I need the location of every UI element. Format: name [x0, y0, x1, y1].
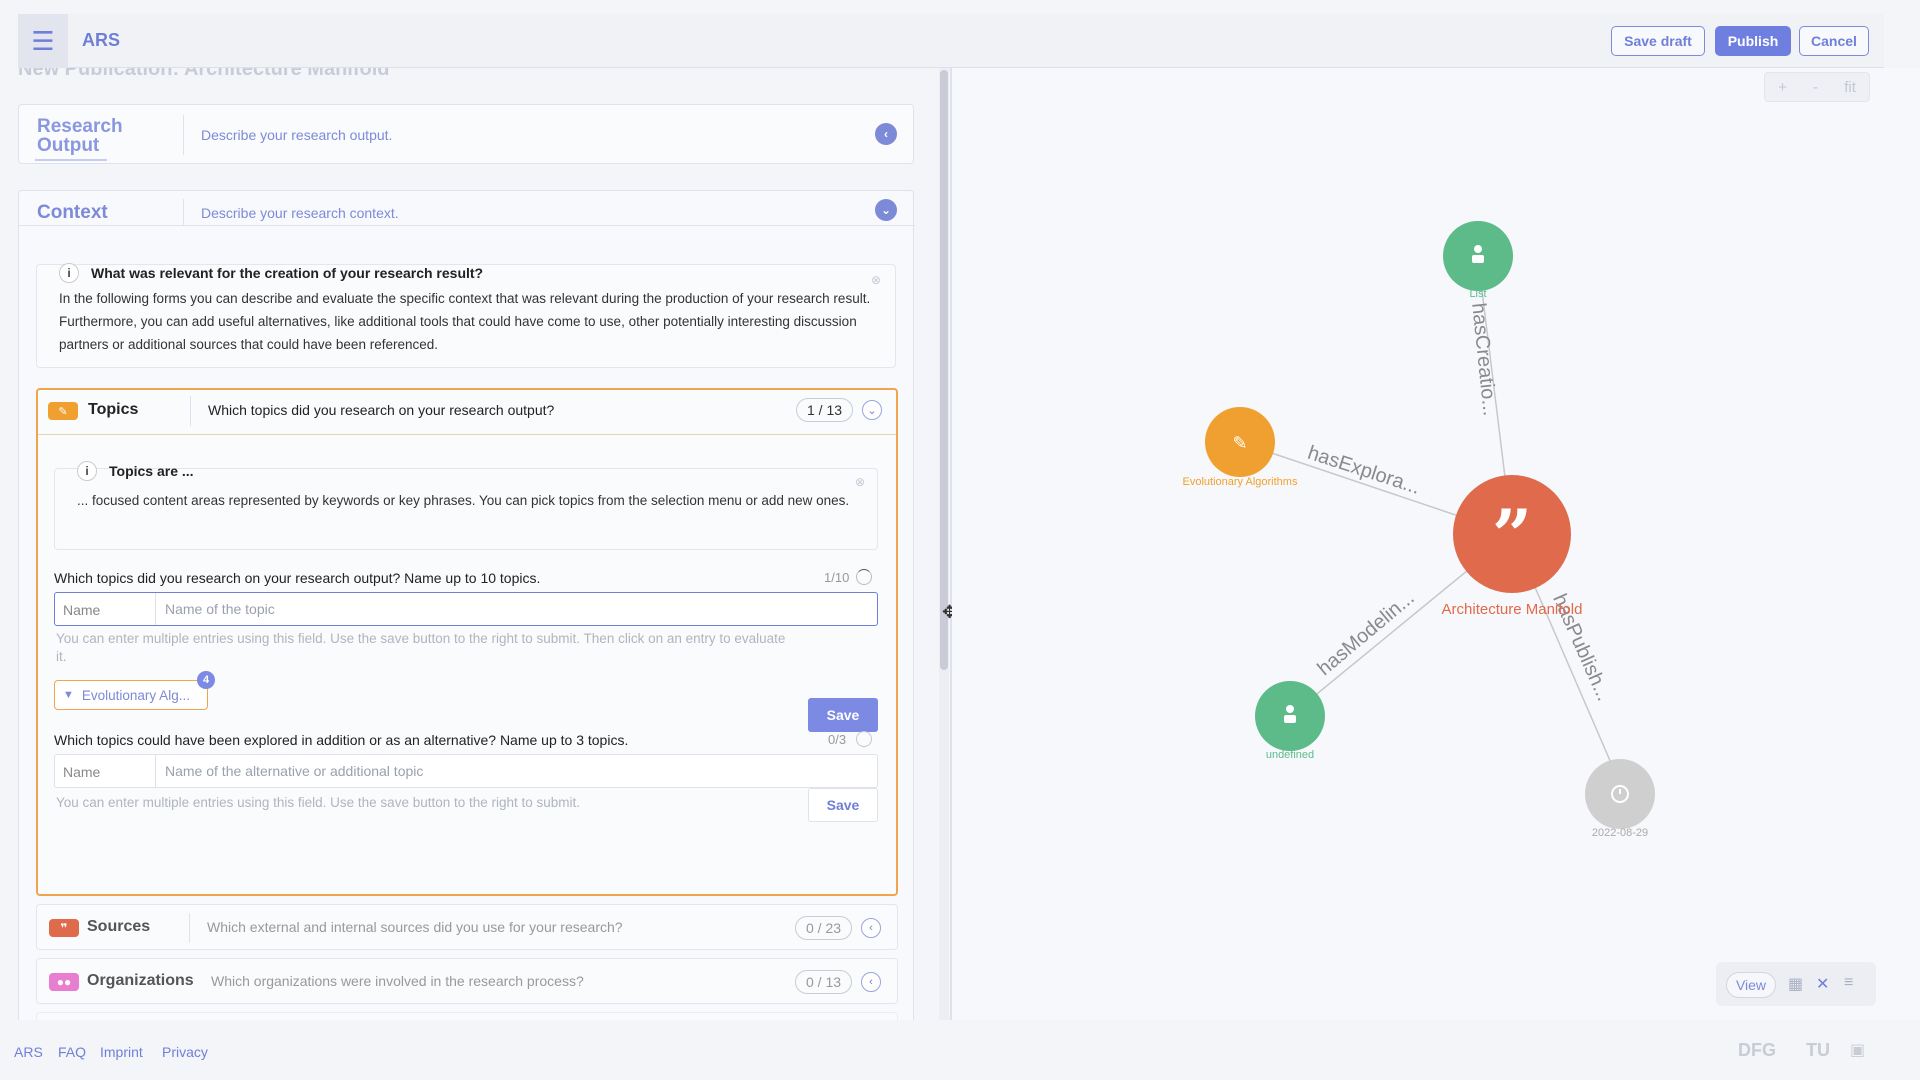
topic-name-input[interactable] — [165, 595, 865, 623]
chevron-down-icon: ▼ — [63, 689, 74, 701]
context-description: Describe your research context. — [201, 205, 399, 221]
graph-view[interactable]: hasCreatio... hasExplora... hasModelin..… — [952, 68, 1920, 1020]
list-node-label: List — [1469, 288, 1486, 300]
publish-button[interactable]: Publish — [1715, 26, 1791, 56]
topics-info-box: i Topics are ... ⊗ ... focused content a… — [54, 461, 878, 550]
context-info-heading: What was relevant for the creation of yo… — [91, 265, 484, 281]
research-output-section[interactable]: Research Output Describe your research o… — [18, 104, 914, 164]
organizations-question: Which organizations were involved in the… — [211, 973, 584, 989]
close-icon[interactable]: ⊗ — [871, 273, 881, 287]
topics-question-label: Which topics did you research on your re… — [54, 570, 541, 586]
edge-label-creation: hasCreatio... — [1467, 302, 1501, 417]
sources-question: Which external and internal sources did … — [207, 919, 623, 935]
info-icon: i — [77, 461, 97, 481]
app-name[interactable]: ARS — [82, 30, 120, 51]
footer-link-ars[interactable]: ARS — [14, 1044, 43, 1060]
footer-link-privacy[interactable]: Privacy — [162, 1044, 208, 1060]
save-topic-button[interactable]: Save — [808, 698, 878, 732]
context-info-text: In the following forms you can describe … — [59, 291, 871, 352]
alt-topic-input-row: Name — [54, 754, 878, 788]
pin-icon: ✎ — [1232, 433, 1247, 454]
chevron-left-icon[interactable]: ‹ — [861, 918, 881, 938]
zoom-in-button[interactable]: + — [1778, 79, 1787, 96]
cancel-button[interactable]: Cancel — [1799, 26, 1869, 56]
topics-title: Topics — [88, 401, 139, 418]
zoom-controls: + - fit — [1764, 72, 1870, 102]
organizations-section[interactable]: ●● Organizations Which organizations wer… — [36, 958, 898, 1004]
topic-chip-label: Evolutionary Alg... — [81, 687, 190, 703]
undefined-node-label: undefined — [1266, 749, 1314, 761]
chip-count-badge: 4 — [197, 671, 215, 689]
tu-logo: TU — [1806, 1040, 1830, 1060]
pin-icon: ✎ — [48, 402, 78, 420]
organizations-counter: 0 / 13 — [795, 970, 853, 994]
view-controls: View ▦ ✕ ≡ — [1716, 962, 1876, 1006]
alt-topic-input-hint: You can enter multiple entries using thi… — [56, 795, 581, 810]
sources-counter: 0 / 23 — [795, 916, 853, 940]
topic-chip[interactable]: ▼ Evolutionary Alg... — [54, 680, 208, 710]
partner-logo-icon: ▣ — [1850, 1042, 1866, 1059]
topic-input-row: Name — [54, 592, 878, 626]
person-icon — [1286, 705, 1294, 713]
footer-link-imprint[interactable]: Imprint — [100, 1044, 143, 1060]
alt-topic-input-label: Name — [63, 764, 101, 780]
save-draft-button[interactable]: Save draft — [1611, 26, 1705, 56]
alt-topics-count: 0/3 — [828, 732, 847, 747]
topics-question: Which topics did you research on your re… — [208, 402, 555, 418]
chevron-down-icon[interactable]: ⌄ — [875, 199, 897, 221]
person-icon — [1474, 245, 1482, 253]
alt-topics-question-label: Which topics could have been explored in… — [54, 732, 629, 748]
footer-link-faq[interactable]: FAQ — [58, 1044, 86, 1060]
evolutionary-node-label: Evolutionary Algorithms — [1183, 476, 1298, 488]
progress-ring-icon — [856, 569, 872, 585]
chevron-left-icon[interactable]: ‹ — [875, 123, 897, 145]
grid-view-icon[interactable]: ▦ — [1788, 974, 1803, 994]
topic-input-hint: You can enter multiple entries using thi… — [56, 631, 786, 664]
chevron-left-icon[interactable]: ‹ — [861, 972, 881, 992]
scrollbar-thumb[interactable] — [940, 70, 948, 670]
topics-count: 1/10 — [824, 570, 850, 585]
fit-button[interactable]: fit — [1844, 79, 1856, 96]
sources-section[interactable]: ❞ Sources Which external and internal so… — [36, 904, 898, 950]
alt-topic-name-input[interactable] — [165, 757, 865, 785]
progress-ring-icon — [856, 731, 872, 747]
save-alt-topic-button[interactable]: Save — [808, 788, 878, 822]
view-button[interactable]: View — [1726, 972, 1776, 998]
graph-view-icon[interactable]: ✕ — [1816, 974, 1829, 994]
context-info-box: i What was relevant for the creation of … — [36, 263, 896, 368]
date-node-label: 2022-08-29 — [1592, 827, 1648, 839]
organizations-title: Organizations — [87, 972, 194, 989]
center-node-label: Architecture Manifold — [1442, 601, 1583, 618]
topics-info-heading: Topics are ... — [109, 463, 194, 479]
footer: ARS FAQ Imprint Privacy DFG TU ▣ — [0, 1020, 1920, 1080]
page-title: New Publication: Architecture Manifold — [18, 68, 390, 80]
topics-counter: 1 / 13 — [796, 398, 854, 422]
form-panel: New Publication: Architecture Manifold R… — [0, 68, 940, 1020]
zoom-out-button[interactable]: - — [1813, 79, 1818, 96]
research-output-title: Research Output — [37, 116, 123, 156]
chevron-down-icon[interactable]: ⌄ — [862, 400, 882, 420]
sources-title: Sources — [87, 918, 151, 935]
top-bar: ☰ ARS Save draft Publish Cancel — [18, 14, 1884, 68]
group-icon: ●● — [49, 973, 79, 991]
quote-icon: ” — [1492, 494, 1532, 577]
edge-label-modeling: hasModelin... — [1314, 587, 1419, 680]
info-icon: i — [59, 263, 79, 283]
research-output-description: Describe your research output. — [201, 127, 393, 143]
close-icon[interactable]: ⊗ — [855, 475, 865, 489]
topic-input-label: Name — [63, 602, 101, 618]
dfg-logo: DFG — [1738, 1040, 1776, 1060]
graph-canvas: hasCreatio... hasExplora... hasModelin..… — [1183, 221, 1655, 839]
context-title: Context — [37, 202, 108, 223]
list-view-icon[interactable]: ≡ — [1844, 974, 1853, 992]
next-section-stub — [36, 1012, 898, 1020]
quote-icon: ❞ — [49, 919, 79, 937]
topics-info-text: ... focused content areas represented by… — [77, 493, 850, 508]
hamburger-menu-icon[interactable]: ☰ — [18, 14, 68, 68]
